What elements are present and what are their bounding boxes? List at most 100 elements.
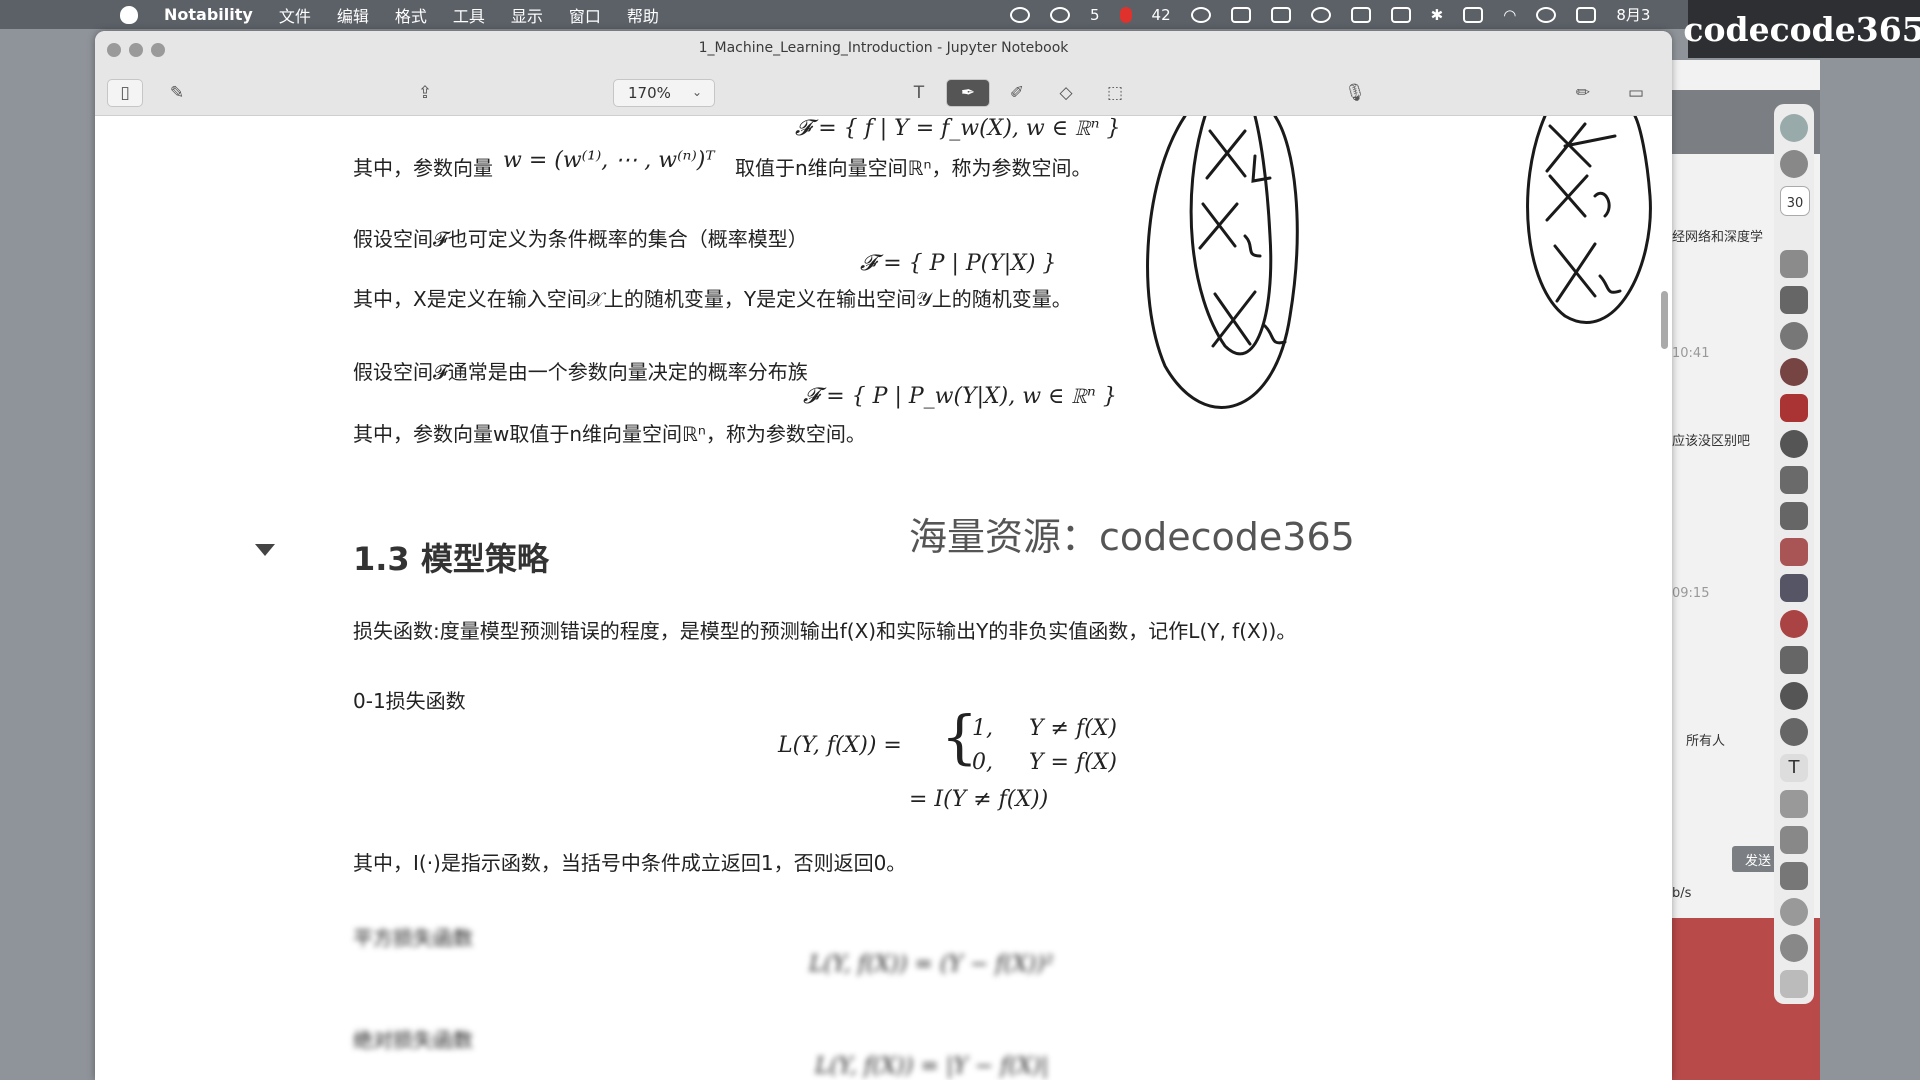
pen-icon: ✒ (960, 83, 976, 103)
menu-date: 8月3 (1616, 6, 1651, 24)
formula-case1-condition: Y ≠ f(X) (1029, 716, 1117, 741)
ink-ellipse-left (1146, 116, 1299, 409)
highlighter-icon: ✐ (1009, 83, 1025, 103)
menu-window[interactable]: 窗口 (569, 3, 601, 27)
ink-x-n (1211, 290, 1287, 348)
trash-icon[interactable] (1780, 970, 1808, 998)
app-icon[interactable] (1780, 610, 1808, 638)
menu-format[interactable]: 格式 (395, 3, 427, 27)
formula-case2-condition: Y = f(X) (1029, 750, 1117, 775)
formula-param-vector: w = (w⁽¹⁾, ⋯ , w⁽ⁿ⁾)ᵀ (503, 148, 715, 173)
menu-help[interactable]: 帮助 (627, 3, 659, 27)
bluetooth-icon[interactable]: ✱ (1431, 6, 1444, 24)
spotlight-icon[interactable] (1536, 6, 1557, 23)
pencil-settings-button[interactable]: ✏ (1565, 79, 1601, 107)
new-note-button[interactable]: ✎ (159, 79, 195, 107)
app-icon[interactable] (1780, 394, 1808, 422)
app-icon[interactable] (1780, 718, 1808, 746)
ink-x-l (1205, 129, 1272, 183)
paragraph-parameter-space: 其中，参数向量w取值于n维向量空间ℝⁿ，称为参数空间。 (353, 422, 866, 446)
ink-ellipse-right (1526, 116, 1652, 324)
status-area: 5 42 ✱ ◠ 8月3 (1010, 0, 1650, 29)
wifi-icon[interactable]: ◠ (1503, 6, 1516, 24)
formula-01-lhs: L(Y, f(X)) = (778, 733, 902, 758)
text-tool-button[interactable]: T (897, 79, 941, 107)
ink-y-n (1553, 242, 1622, 303)
apple-icon[interactable] (120, 5, 138, 24)
collapse-section-icon[interactable] (255, 544, 275, 556)
app-icon[interactable] (1780, 898, 1808, 926)
page-view-button[interactable]: ▭ (1618, 79, 1654, 107)
search-icon[interactable] (1190, 6, 1211, 23)
share-icon: ⇪ (417, 83, 433, 103)
vertical-scrollbar[interactable] (1661, 291, 1668, 349)
app-icon[interactable] (1780, 250, 1808, 278)
clipboard-icon[interactable] (1270, 6, 1291, 23)
word-icon[interactable] (1780, 502, 1808, 530)
bg-chat-item[interactable]: 应该没区别吧 (1672, 430, 1750, 449)
typora-icon[interactable]: T (1780, 754, 1808, 782)
menu-edit[interactable]: 编辑 (337, 3, 369, 27)
note-canvas[interactable]: 𝓕 = { f | Y = f_w(X), w ∈ ℝⁿ } 其中，参数向量 w… (95, 116, 1672, 1080)
keyboard-icon[interactable] (1230, 6, 1251, 23)
app-icon[interactable] (1780, 934, 1808, 962)
formula-prob-set: 𝓕 = { P | P(Y|X) } (860, 251, 1057, 276)
text-param-prefix: 其中，参数向量 (353, 156, 493, 180)
app-icon[interactable] (1780, 358, 1808, 386)
qq-icon[interactable] (1010, 6, 1030, 23)
github-icon[interactable] (1780, 682, 1808, 710)
bg-speed: b/s (1672, 886, 1692, 901)
zoom-value: 170% (628, 84, 671, 102)
books-icon[interactable] (1780, 862, 1808, 890)
control-center-icon[interactable] (1576, 6, 1597, 23)
vscode-icon[interactable] (1780, 286, 1808, 314)
wechat-icon[interactable] (1780, 466, 1808, 494)
chrome-icon[interactable] (1780, 322, 1808, 350)
record-audio-button[interactable]: 🎙 (1337, 79, 1373, 107)
pencil-icon: ✏ (1575, 83, 1591, 103)
ink-y-1 (1545, 122, 1617, 173)
bg-time: 09:15 (1672, 586, 1710, 601)
qq-icon[interactable] (1780, 430, 1808, 458)
finder-icon[interactable] (1780, 114, 1808, 142)
notes-icon[interactable] (1780, 646, 1808, 674)
blurred-subheading: 绝对损失函数 (353, 1028, 473, 1052)
paragraph-loss-function: 损失函数:度量模型预测错误的程度，是模型的预测输出f(X)和实际输出Y的非负实值… (353, 619, 1297, 643)
pen-tool-button[interactable]: ✒ (946, 79, 990, 107)
menu-view[interactable]: 显示 (511, 3, 543, 27)
lasso-tool-button[interactable]: ⬚ (1093, 79, 1137, 107)
dictionary-icon[interactable] (1780, 826, 1808, 854)
settings-icon[interactable] (1780, 150, 1808, 178)
bg-chat-item[interactable]: 经网络和深度学 (1672, 226, 1763, 245)
window-title: 1_Machine_Learning_Introduction - Jupyte… (698, 40, 1069, 56)
paragraph-random-variables: 其中，X是定义在输入空间𝒳上的随机变量，Y是定义在输出空间𝒴上的随机变量。 (353, 287, 1072, 311)
paragraph-indicator-function: 其中，I(·)是指示函数，当括号中条件成立返回1，否则返回0。 (353, 851, 907, 875)
share-button[interactable]: ⇪ (407, 79, 443, 107)
menu-app-name[interactable]: Notability (164, 5, 253, 24)
input-method-icon[interactable] (1390, 6, 1411, 23)
blurred-formula: L(Y, f(X)) = |Y − f(X)| (815, 1054, 1049, 1079)
bg-recipient-select[interactable]: 所有人 (1686, 730, 1725, 749)
lasso-icon: ⬚ (1106, 83, 1124, 103)
blurred-formula: L(Y, f(X)) = (Y − f(X))² (809, 952, 1054, 977)
formula-indicator: = I(Y ≠ f(X)) (909, 787, 1049, 812)
record-icon[interactable] (1119, 6, 1132, 23)
calendar-icon[interactable]: 30 (1780, 186, 1810, 216)
menu-tools[interactable]: 工具 (453, 3, 485, 27)
highlighter-tool-button[interactable]: ✐ (995, 79, 1039, 107)
formula-case1-value: 1, (972, 716, 993, 741)
ink-y-2 (1545, 174, 1611, 222)
app-icon[interactable] (1780, 790, 1808, 818)
battery-icon[interactable] (1463, 6, 1484, 23)
watermark-text: 海量资源：codecode365 (909, 515, 1355, 559)
play-icon[interactable] (1310, 6, 1331, 23)
zoom-select[interactable]: 170% ⌄ (613, 79, 715, 107)
terminal-icon[interactable] (1780, 574, 1808, 602)
sidebar-toggle-button[interactable]: ▯ (107, 79, 143, 107)
window-icon[interactable] (1350, 6, 1371, 23)
eraser-tool-button[interactable]: ◇ (1044, 79, 1088, 107)
menu-file[interactable]: 文件 (279, 3, 311, 27)
record-count: 42 (1151, 5, 1171, 24)
powerpoint-icon[interactable] (1780, 538, 1808, 566)
wechat-icon[interactable] (1050, 6, 1070, 23)
